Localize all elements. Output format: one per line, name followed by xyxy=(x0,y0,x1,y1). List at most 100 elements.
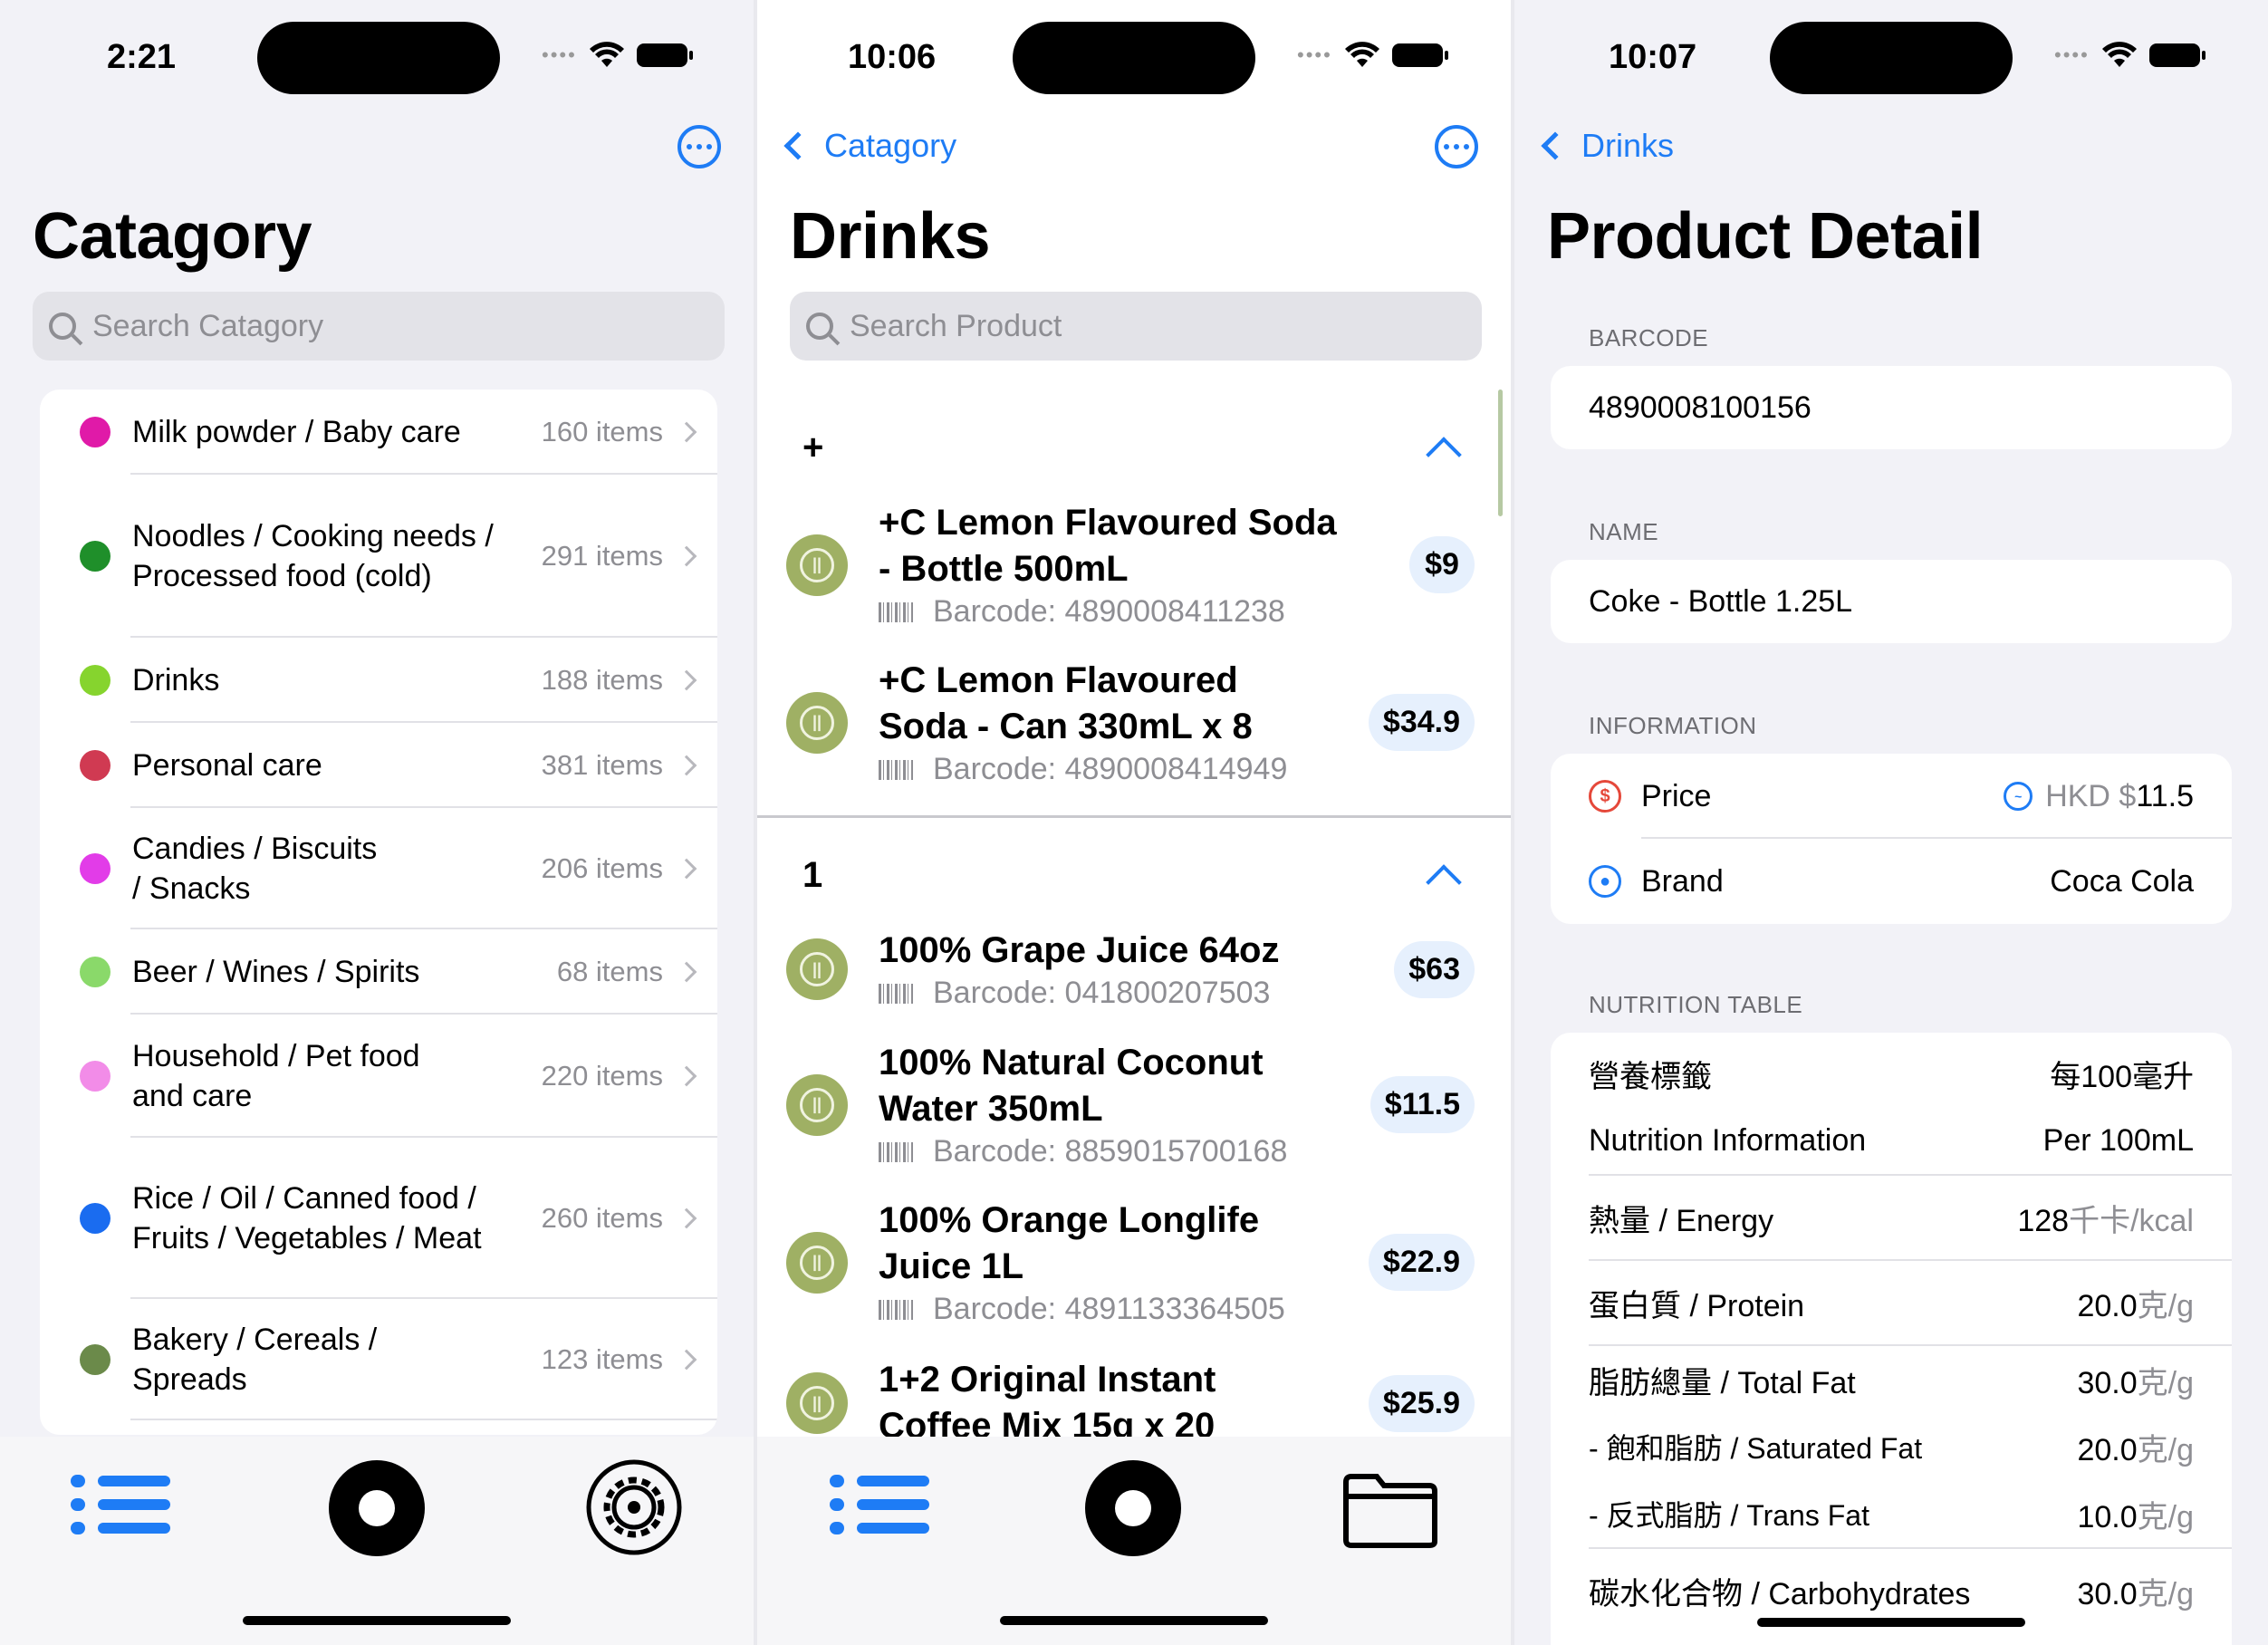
chevron-right-icon xyxy=(676,858,697,880)
nutrient-label: - 飽和脂肪 / Saturated Fat xyxy=(1589,1432,1923,1465)
more-options-icon[interactable] xyxy=(678,125,721,168)
product-row[interactable]: || +C Lemon Flavoured Soda - Can 330mL x… xyxy=(786,658,1502,787)
product-barcode: Barcode: 041800207503 xyxy=(933,976,1271,1010)
back-button[interactable]: Drinks xyxy=(1534,127,1674,165)
status-icons: •••• xyxy=(542,42,693,69)
category-count: 381 items xyxy=(541,749,663,781)
information-card: $ Price ~ HKD $11.5 ● Brand Coca Cola xyxy=(1551,754,2232,924)
section-label-nutrition: NUTRITION TABLE xyxy=(1589,991,1803,1018)
product-detail-screen: 10:07 •••• Drinks Product Detail BARCODE… xyxy=(1514,0,2268,1645)
chevron-up-icon[interactable] xyxy=(1426,437,1462,473)
nutrition-row: 脂肪總量 / Total Fat 30.0克/g xyxy=(1551,1346,2232,1413)
cellular-icon: •••• xyxy=(542,43,577,66)
product-name: 100% Grape Juice 64oz xyxy=(879,930,1280,970)
nutrient-value: 30.0 xyxy=(2077,1576,2138,1611)
category-name: Drinks xyxy=(132,663,220,697)
status-time: 10:07 xyxy=(1609,38,1697,76)
product-barcode: Barcode: 4891133364505 xyxy=(933,1292,1285,1326)
search-input[interactable] xyxy=(850,308,1393,344)
battery-icon xyxy=(2148,43,2206,67)
food-icon: || xyxy=(786,1372,848,1434)
product-row[interactable]: || 100% Grape Juice 64oz Barcode: 041800… xyxy=(786,928,1502,1011)
dynamic-island xyxy=(1013,22,1255,94)
product-name: 100% Natural Coconut Water 350mL xyxy=(879,1043,1264,1129)
category-color-dot xyxy=(80,750,111,781)
settings-gear-icon[interactable] xyxy=(585,1458,683,1556)
search-input[interactable] xyxy=(92,308,636,344)
chevron-right-icon xyxy=(676,1065,697,1087)
category-count: 291 items xyxy=(541,540,663,572)
chevron-up-icon[interactable] xyxy=(1426,864,1462,900)
list-tab-icon[interactable] xyxy=(71,1475,170,1545)
category-count: 188 items xyxy=(541,664,663,696)
barcode-card: 4890008100156 xyxy=(1551,366,2232,449)
nutrient-value: 20.0 xyxy=(2077,1432,2138,1467)
dynamic-island xyxy=(1770,22,2013,94)
chevron-right-icon xyxy=(676,1349,697,1371)
category-name: Noodles / Cooking needs / Processed food… xyxy=(132,519,494,593)
chevron-left-icon xyxy=(783,131,812,160)
category-name: Milk powder / Baby care xyxy=(132,415,461,449)
category-row[interactable]: Milk powder / Baby care 160 items xyxy=(40,390,717,475)
brand-row[interactable]: ● Brand Coca Cola xyxy=(1551,839,2232,924)
chevron-left-icon xyxy=(1541,131,1570,160)
barcode-value[interactable]: 4890008100156 xyxy=(1551,366,2232,449)
section-divider xyxy=(757,815,1511,818)
product-row[interactable]: || +C Lemon Flavoured Soda - Bottle 500m… xyxy=(786,500,1502,630)
back-button[interactable]: Catagory xyxy=(777,127,956,165)
brand-icon: ● xyxy=(1589,865,1621,898)
scroll-indicator[interactable] xyxy=(1498,390,1503,516)
products-screen: 10:06 •••• Catagory Drinks + || +C Lemon… xyxy=(757,0,1511,1645)
nutrition-card: 營養標籤 每100毫升 Nutrition Information Per 10… xyxy=(1551,1033,2232,1645)
back-label: Drinks xyxy=(1581,127,1675,164)
category-row[interactable]: Rice / Oil / Canned food / Fruits / Vege… xyxy=(40,1138,717,1299)
category-color-dot xyxy=(80,1344,111,1375)
price-badge: $25.9 xyxy=(1368,1374,1475,1432)
page-title: Drinks xyxy=(790,200,991,273)
product-row[interactable]: || 1+2 Original Instant Coffee Mix 15g x… xyxy=(786,1357,1502,1449)
dollar-icon: $ xyxy=(1589,780,1621,813)
price-badge: $11.5 xyxy=(1369,1076,1475,1133)
list-tab-icon[interactable] xyxy=(830,1475,929,1545)
price-value: 11.5 xyxy=(2136,778,2194,813)
category-row[interactable]: Beer / Wines / Spirits 68 items xyxy=(40,929,717,1015)
category-row[interactable]: Noodles / Cooking needs / Processed food… xyxy=(40,475,717,638)
battery-icon xyxy=(1391,43,1448,67)
cellular-icon: •••• xyxy=(1297,43,1332,66)
product-row[interactable]: || 100% Natural Coconut Water 350mL Barc… xyxy=(786,1040,1502,1169)
category-row[interactable]: Candies / Biscuits / Snacks 206 items xyxy=(40,808,717,929)
section-header[interactable]: 1 xyxy=(802,848,1473,902)
product-barcode: Barcode: 4890008411238 xyxy=(933,594,1285,629)
record-tab-icon[interactable] xyxy=(329,1460,425,1556)
category-row[interactable]: Bakery / Cereals / Spreads 123 items xyxy=(40,1299,717,1420)
chevron-right-icon xyxy=(676,545,697,567)
search-bar[interactable] xyxy=(790,292,1482,361)
status-time: 10:06 xyxy=(848,38,937,76)
food-icon: || xyxy=(786,1231,848,1294)
search-icon xyxy=(49,313,76,340)
category-name: Personal care xyxy=(132,748,322,783)
folder-icon[interactable] xyxy=(1342,1473,1438,1549)
section-header[interactable]: + xyxy=(802,420,1473,475)
category-row[interactable]: Personal care 381 items xyxy=(40,723,717,808)
nutrition-header-label: 營養標籤 xyxy=(1589,1059,1712,1094)
category-row[interactable]: Household / Pet food and care 220 items xyxy=(40,1015,717,1138)
nutrient-unit: 克/g xyxy=(2137,1576,2194,1611)
nutrition-header-value: 每100毫升 xyxy=(2050,1059,2194,1094)
search-icon xyxy=(806,313,833,340)
tab-bar xyxy=(757,1437,1511,1645)
nutrient-value: 128 xyxy=(2017,1203,2070,1238)
category-color-dot xyxy=(80,417,111,447)
category-color-dot xyxy=(80,1203,111,1234)
wifi-icon xyxy=(1344,42,1379,67)
product-row[interactable]: || 100% Orange Longlife Juice 1L Barcode… xyxy=(786,1198,1502,1327)
product-barcode: Barcode: 4890008414949 xyxy=(933,752,1288,786)
name-value[interactable]: Coke - Bottle 1.25L xyxy=(1551,560,2232,643)
record-tab-icon[interactable] xyxy=(1085,1460,1181,1556)
nutrient-label: 脂肪總量 / Total Fat xyxy=(1589,1365,1856,1400)
search-bar[interactable] xyxy=(33,292,725,361)
category-row[interactable]: Drinks 188 items xyxy=(40,638,717,723)
more-options-icon[interactable] xyxy=(1435,125,1478,168)
category-screen: 2:21 •••• Catagory Milk powder / Baby ca… xyxy=(0,0,754,1645)
price-row[interactable]: $ Price ~ HKD $11.5 xyxy=(1551,754,2232,839)
